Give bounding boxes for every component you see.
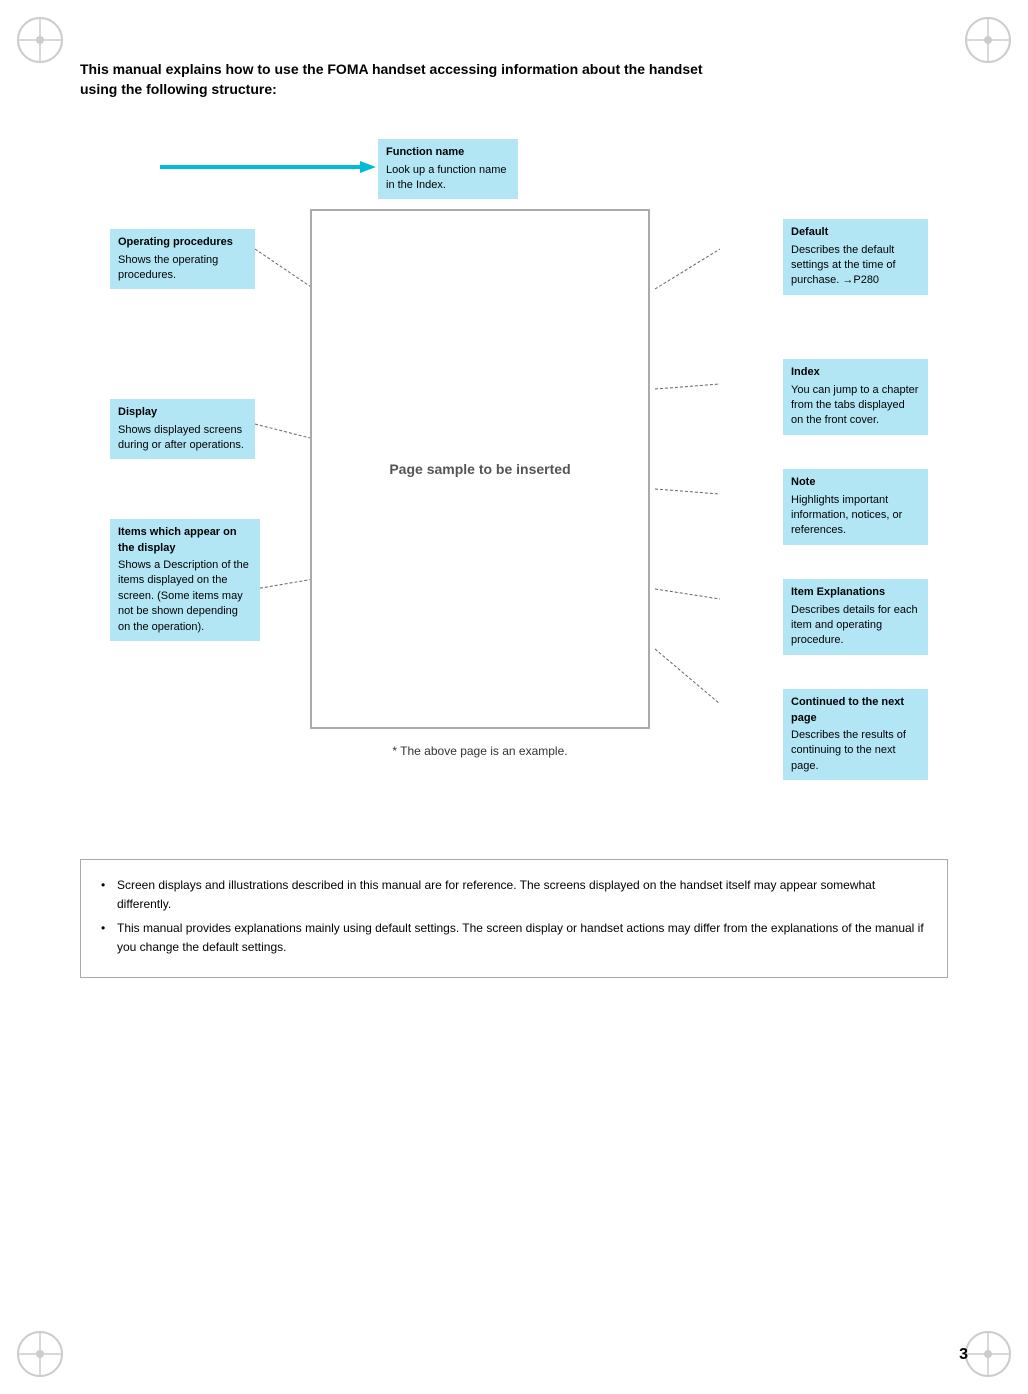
- item-explanations-box: Item Explanations Describes details for …: [783, 579, 928, 655]
- page-number: 3: [959, 1346, 968, 1364]
- note-title: Note: [791, 475, 920, 490]
- diagram-area: Function name Look up a function name in…: [80, 129, 948, 829]
- function-name-desc: Look up a function name in the Index.: [386, 164, 506, 191]
- function-name-title: Function name: [386, 145, 510, 160]
- items-display-desc: Shows a Description of the items display…: [118, 559, 249, 633]
- corner-tl: [10, 10, 70, 70]
- display-title: Display: [118, 405, 247, 420]
- continued-box: Continued to the next page Describes the…: [783, 689, 928, 780]
- op-proc-title: Operating procedures: [118, 235, 247, 250]
- bottom-note-item-1: Screen displays and illustrations descri…: [101, 876, 927, 914]
- operating-procedures-box: Operating procedures Shows the operating…: [110, 229, 255, 289]
- corner-bl: [10, 1324, 70, 1384]
- corner-tr: [958, 10, 1018, 70]
- bottom-notes-box: Screen displays and illustrations descri…: [80, 859, 948, 978]
- item-exp-desc: Describes details for each item and oper…: [791, 604, 918, 647]
- default-title: Default: [791, 225, 920, 240]
- continued-title: Continued to the next page: [791, 695, 920, 726]
- index-desc: You can jump to a chapter from the tabs …: [791, 384, 918, 427]
- continued-desc: Describes the results of continuing to t…: [791, 729, 906, 772]
- note-desc: Highlights important information, notice…: [791, 494, 902, 537]
- default-box: Default Describes the default settings a…: [783, 219, 928, 295]
- center-page-box: Page sample to be inserted: [310, 209, 650, 729]
- function-name-box: Function name Look up a function name in…: [378, 139, 518, 199]
- note-box: Note Highlights important information, n…: [783, 469, 928, 545]
- display-desc: Shows displayed screens during or after …: [118, 424, 244, 451]
- item-exp-title: Item Explanations: [791, 585, 920, 600]
- page-wrapper: This manual explains how to use the FOMA…: [0, 0, 1028, 1394]
- index-title: Index: [791, 365, 920, 380]
- page-caption: * The above page is an example.: [310, 744, 650, 758]
- op-proc-desc: Shows the operating procedures.: [118, 254, 218, 281]
- header-title: This manual explains how to use the FOMA…: [80, 60, 720, 99]
- bottom-note-item-2: This manual provides explanations mainly…: [101, 919, 927, 957]
- default-desc: Describes the default settings at the ti…: [791, 244, 896, 287]
- items-display-title: Items which appear on the display: [118, 525, 252, 556]
- center-page-text: Page sample to be inserted: [389, 461, 570, 477]
- index-box: Index You can jump to a chapter from the…: [783, 359, 928, 435]
- display-box: Display Shows displayed screens during o…: [110, 399, 255, 459]
- items-display-box: Items which appear on the display Shows …: [110, 519, 260, 641]
